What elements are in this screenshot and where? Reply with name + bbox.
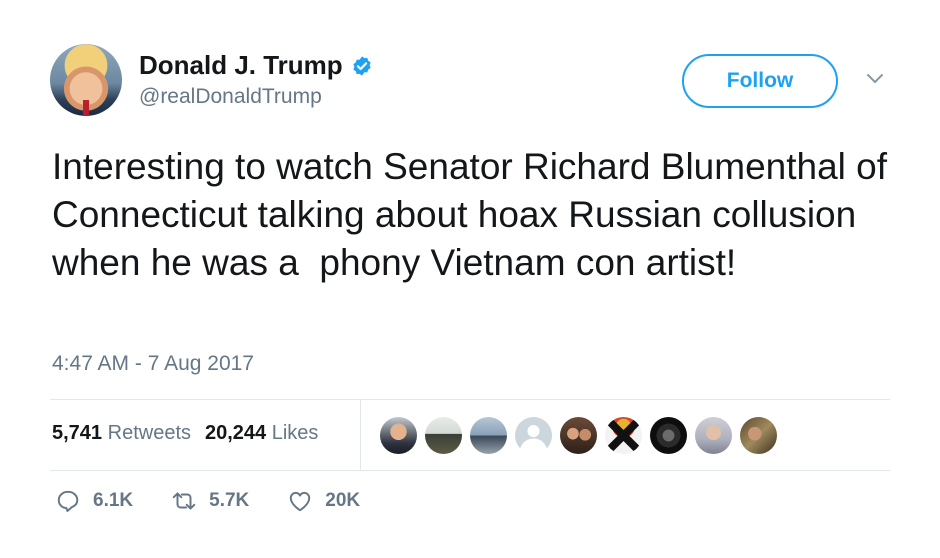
author-name[interactable]: Donald J. Trump bbox=[139, 50, 343, 81]
liker-avatar[interactable] bbox=[515, 417, 552, 454]
liker-avatar[interactable] bbox=[560, 417, 597, 454]
follow-button[interactable]: Follow bbox=[682, 54, 838, 108]
author-name-row: Donald J. Trump bbox=[139, 50, 373, 81]
like-count: 20K bbox=[325, 490, 361, 511]
liker-avatar[interactable] bbox=[695, 417, 732, 454]
likes-count: 20,244 bbox=[205, 422, 267, 444]
liker-avatars bbox=[380, 417, 777, 454]
like-icon bbox=[290, 491, 311, 512]
reply-icon bbox=[57, 490, 79, 512]
likes-label: Likes bbox=[271, 422, 319, 444]
engagement-stats: 5,741 Retweets 20,244 Likes bbox=[52, 422, 318, 445]
tweet-timestamp[interactable]: 4:47 AM - 7 Aug 2017 bbox=[52, 352, 254, 376]
verified-badge-icon bbox=[353, 55, 371, 76]
tweet-text: Interesting to watch Senator Richard Blu… bbox=[52, 146, 898, 283]
profile-avatar[interactable] bbox=[50, 44, 122, 116]
author-handle[interactable]: @realDonaldTrump bbox=[139, 85, 322, 109]
liker-avatar[interactable] bbox=[650, 417, 687, 454]
retweet-count: 5.7K bbox=[209, 490, 250, 511]
reply-button[interactable]: 6.1K bbox=[55, 488, 133, 514]
reply-count: 6.1K bbox=[93, 490, 134, 511]
retweet-button[interactable]: 5.7K bbox=[171, 488, 249, 514]
retweets-stat[interactable]: 5,741 Retweets bbox=[52, 422, 191, 445]
retweets-label: Retweets bbox=[107, 422, 191, 444]
chevron-down-icon[interactable] bbox=[865, 72, 885, 86]
liker-avatar[interactable] bbox=[470, 417, 507, 454]
liker-avatar[interactable] bbox=[425, 417, 462, 454]
liker-avatar[interactable] bbox=[740, 417, 777, 454]
stats-divider bbox=[360, 400, 361, 470]
divider-top bbox=[50, 399, 890, 400]
retweet-icon bbox=[172, 492, 196, 510]
liker-avatar[interactable] bbox=[605, 417, 642, 454]
divider-bottom bbox=[50, 470, 890, 471]
likes-stat[interactable]: 20,244 Likes bbox=[205, 422, 318, 445]
liker-avatar[interactable] bbox=[380, 417, 417, 454]
like-button[interactable]: 20K bbox=[287, 488, 360, 514]
retweets-count: 5,741 bbox=[52, 422, 103, 444]
tweet-actions: 6.1K 5.7K 20K bbox=[55, 488, 398, 514]
